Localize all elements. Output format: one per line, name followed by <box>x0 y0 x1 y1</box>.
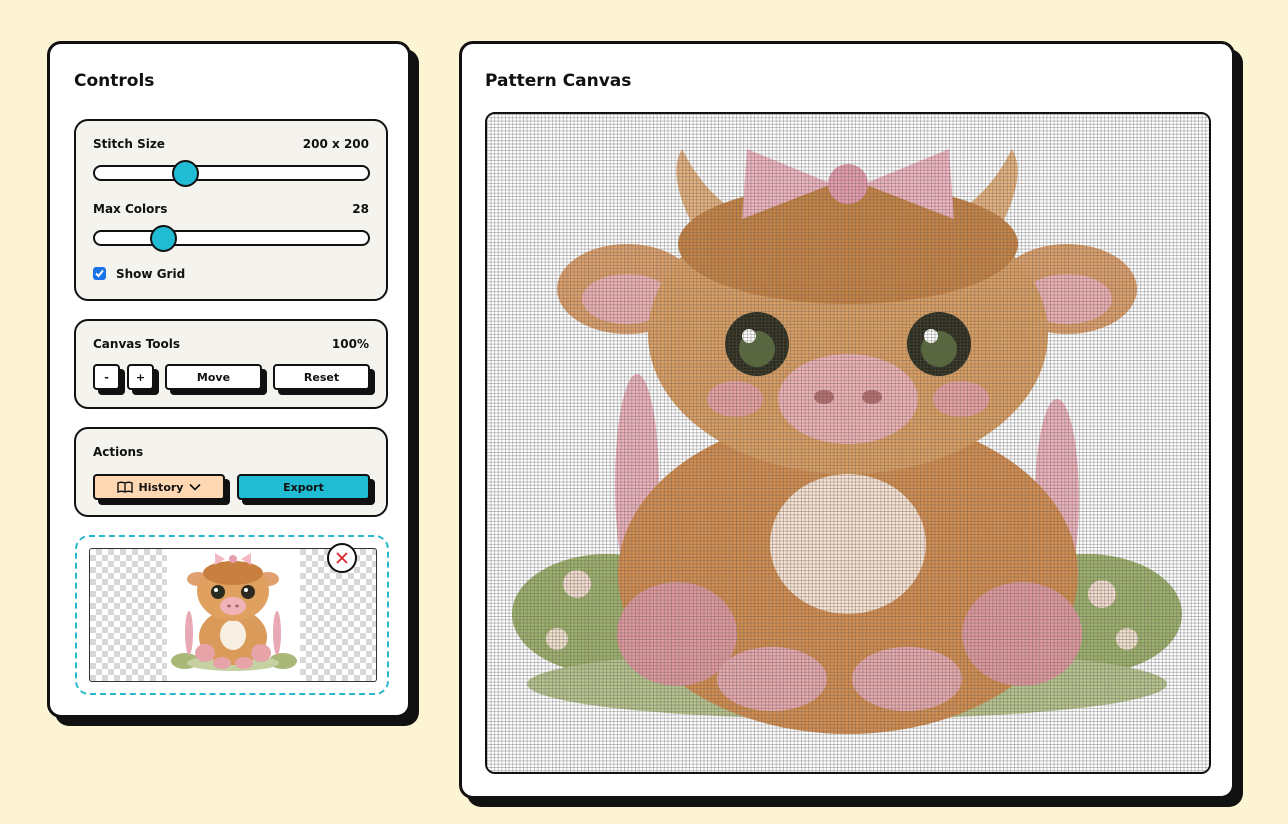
move-button[interactable]: Move <box>165 364 262 390</box>
history-label: History <box>138 480 184 494</box>
image-upload-dropzone[interactable] <box>75 535 389 695</box>
highland-cow-source-image <box>167 549 300 681</box>
stitch-size-label: Stitch Size <box>93 137 165 151</box>
pattern-canvas[interactable] <box>485 112 1211 774</box>
stitch-size-value: 200 x 200 <box>302 137 369 151</box>
remove-image-button[interactable] <box>327 543 357 573</box>
book-open-icon <box>116 481 133 493</box>
history-button[interactable]: History <box>93 474 225 500</box>
actions-panel: Actions History Export <box>74 427 388 517</box>
export-button[interactable]: Export <box>237 474 370 500</box>
actions-label: Actions <box>93 445 144 459</box>
controls-title: Controls <box>74 71 155 91</box>
chevron-down-icon <box>189 483 202 491</box>
stitch-size-slider[interactable] <box>93 160 370 187</box>
zoom-out-button[interactable]: - <box>93 364 120 390</box>
max-colors-label: Max Colors <box>93 202 168 216</box>
zoom-in-button[interactable]: + <box>127 364 154 390</box>
canvas-tools-panel: Canvas Tools 100% - + Move Reset <box>74 319 388 409</box>
cross-stitch-pattern-image <box>487 114 1209 772</box>
show-grid-label: Show Grid <box>116 267 186 281</box>
stitch-size-slider-thumb[interactable] <box>172 160 200 187</box>
zoom-level: 100% <box>331 337 369 351</box>
pattern-canvas-card: Pattern Canvas <box>459 41 1235 799</box>
max-colors-value: 28 <box>352 202 369 216</box>
pattern-canvas-title: Pattern Canvas <box>485 71 632 91</box>
reset-button[interactable]: Reset <box>273 364 370 390</box>
check-icon <box>95 269 104 278</box>
close-icon <box>336 552 348 564</box>
max-colors-slider[interactable] <box>93 225 370 252</box>
canvas-tools-label: Canvas Tools <box>93 337 181 351</box>
settings-panel: Stitch Size 200 x 200 Max Colors 28 Show… <box>74 119 388 301</box>
controls-card: Controls Stitch Size 200 x 200 Max Color… <box>47 41 411 718</box>
show-grid-checkbox[interactable] <box>93 267 106 280</box>
max-colors-slider-thumb[interactable] <box>150 225 178 252</box>
